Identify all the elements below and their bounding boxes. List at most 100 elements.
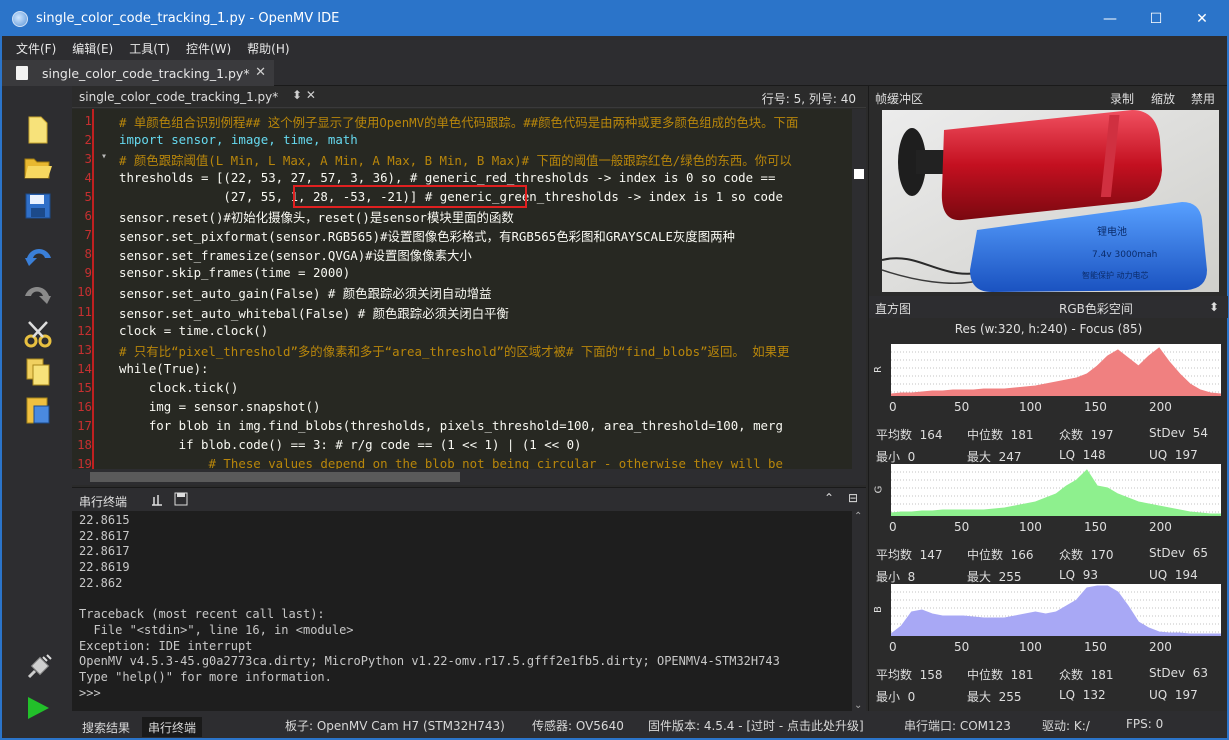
minimize-button[interactable]: — bbox=[1087, 2, 1133, 36]
axis-tick-label: 200 bbox=[1149, 640, 1172, 654]
editor-horizontal-scrollbar[interactable] bbox=[72, 469, 866, 485]
close-tab-icon[interactable]: ✕ bbox=[255, 65, 266, 80]
tab-serial-terminal[interactable]: 串行终端 bbox=[142, 717, 203, 737]
window-title: single_color_code_tracking_1.py - OpenMV… bbox=[36, 11, 340, 26]
histogram-stat: StDev 65 bbox=[1149, 546, 1208, 560]
editor-vertical-scrollbar[interactable] bbox=[852, 109, 866, 469]
open-folder-icon bbox=[24, 158, 52, 179]
maximize-button[interactable]: ☐ bbox=[1133, 2, 1179, 36]
editor-filename[interactable]: single_color_code_tracking_1.py* bbox=[79, 90, 278, 104]
zoom-button[interactable]: 缩放 bbox=[1151, 90, 1175, 107]
undo-icon bbox=[25, 249, 51, 266]
histogram-stat: 平均数 147 bbox=[876, 548, 943, 562]
fps-info: FPS: 0 bbox=[1126, 717, 1164, 731]
histogram-stat: LQ 132 bbox=[1059, 688, 1106, 702]
plug-icon bbox=[27, 654, 52, 679]
file-tab[interactable]: single_color_code_tracking_1.py* ✕ bbox=[2, 60, 274, 86]
colorspace-dropdown-icon[interactable]: ⬍ bbox=[1209, 300, 1219, 314]
histogram-stat: StDev 54 bbox=[1149, 426, 1208, 440]
open-file-button[interactable] bbox=[22, 152, 54, 184]
copy-button[interactable] bbox=[22, 356, 54, 388]
fold-icon[interactable]: ▾ bbox=[101, 151, 107, 162]
code-line[interactable]: # These values depend on the blob not be… bbox=[119, 456, 783, 469]
menu-widgets[interactable]: 控件(W) bbox=[186, 40, 231, 57]
code-line[interactable]: # 只有比“pixel_threshold”多的像素和多于“area_thres… bbox=[119, 342, 789, 360]
code-line[interactable]: sensor.set_auto_whitebal(False) # 颜色跟踪必须… bbox=[119, 304, 509, 322]
code-line[interactable]: img = sensor.snapshot() bbox=[119, 399, 321, 414]
menu-file[interactable]: 文件(F) bbox=[16, 40, 56, 57]
redo-button[interactable] bbox=[22, 278, 54, 310]
code-line[interactable]: sensor.set_auto_gain(False) # 颜色跟踪必须关闭自动… bbox=[119, 284, 491, 302]
line-number: 19 bbox=[77, 455, 92, 469]
histogram-title: 直方图 bbox=[875, 302, 912, 316]
code-line[interactable]: clock.tick() bbox=[119, 380, 239, 395]
editor-tab-controls[interactable]: ⬍ ✕ bbox=[292, 88, 316, 102]
axis-tick-label: 150 bbox=[1084, 640, 1107, 654]
framebuffer-title: 帧缓冲区 bbox=[875, 92, 924, 106]
histogram-stat: LQ 148 bbox=[1059, 448, 1106, 462]
serial-scrollbar[interactable]: ⌃ ⌄ bbox=[852, 511, 866, 711]
battery-brand: 智能保护 动力电芯 bbox=[1082, 270, 1149, 280]
code-line[interactable]: sensor.reset()#初始化摄像头，reset()是sensor模块里面… bbox=[119, 208, 514, 226]
new-file-button[interactable] bbox=[22, 114, 54, 146]
channel-label: R bbox=[872, 366, 884, 373]
scroll-up-icon[interactable]: ⌃ bbox=[854, 511, 862, 522]
code-line[interactable]: sensor.skip_frames(time = 2000) bbox=[119, 265, 350, 280]
frame-buffer-image: 锂电池 7.4v 3000mah 智能保护 动力电芯 bbox=[882, 110, 1219, 292]
right-panel: 帧缓冲区 录制 缩放 禁用 锂电池 7.4v 3000mah 智能保护 动力电芯… bbox=[868, 86, 1228, 711]
scroll-down-icon[interactable]: ⌄ bbox=[854, 700, 862, 711]
save-button[interactable] bbox=[22, 190, 54, 222]
collapse-icon[interactable]: ⌃ bbox=[824, 491, 834, 505]
code-line[interactable]: sensor.set_framesize(sensor.QVGA)#设置图像像素… bbox=[119, 246, 472, 264]
code-line[interactable]: # 单颜色组合识别例程## 这个例子显示了使用OpenMV的单色代码跟踪。##颜… bbox=[119, 113, 798, 131]
menu-bar: 文件(F) 编辑(E) 工具(T) 控件(W) 帮助(H) bbox=[2, 36, 1227, 60]
code-line[interactable]: for blob in img.find_blobs(thresholds, p… bbox=[119, 418, 783, 433]
line-number: 2 bbox=[84, 132, 92, 148]
serial-terminal-output[interactable]: 22.8615 22.8617 22.8617 22.8619 22.862 T… bbox=[72, 511, 852, 711]
code-line[interactable]: if blob.code() == 3: # r/g code == (1 <<… bbox=[119, 437, 582, 452]
code-line[interactable]: clock = time.clock() bbox=[119, 323, 268, 338]
code-line[interactable]: sensor.set_pixformat(sensor.RGB565)#设置图像… bbox=[119, 227, 735, 245]
run-button[interactable] bbox=[22, 692, 54, 724]
editor-header: single_color_code_tracking_1.py* ⬍ ✕ 行号:… bbox=[72, 86, 866, 108]
histogram-stat: StDev 63 bbox=[1149, 666, 1208, 680]
axis-tick-label: 0 bbox=[889, 400, 897, 414]
close-button[interactable]: ✕ bbox=[1179, 2, 1225, 36]
histogram-stat: 最小 0 bbox=[876, 450, 916, 464]
undock-icon[interactable]: ⊟ bbox=[848, 491, 858, 505]
scrollbar-thumb[interactable] bbox=[90, 472, 460, 482]
firmware-info[interactable]: 固件版本: 4.5.4 - [过时 - 点击此处升级] bbox=[648, 717, 864, 734]
axis-tick-label: 150 bbox=[1084, 520, 1107, 534]
menu-edit[interactable]: 编辑(E) bbox=[72, 40, 113, 57]
serial-terminal-header: 串行终端 ⌃ ⊟ bbox=[72, 487, 866, 511]
code-editor[interactable]: 1 2 3 4 5 6 7 8 9 10 11 12 13 14 15 16 17 18 19 # 单颜色组合识别例… bbox=[72, 109, 866, 469]
menu-help[interactable]: 帮助(H) bbox=[247, 40, 289, 57]
undo-button[interactable] bbox=[22, 240, 54, 272]
save-icon bbox=[25, 193, 51, 219]
histogram-stat: 最大 247 bbox=[967, 450, 1022, 464]
disable-button[interactable]: 禁用 bbox=[1191, 90, 1215, 107]
code-line[interactable]: thresholds = [(22, 53, 27, 57, 3, 36), #… bbox=[119, 170, 775, 185]
histogram-stat: 最大 255 bbox=[967, 690, 1022, 704]
code-line[interactable]: while(True): bbox=[119, 361, 209, 376]
paste-button[interactable] bbox=[22, 394, 54, 426]
colorspace-select[interactable]: RGB色彩空间 bbox=[1059, 300, 1133, 317]
record-button[interactable]: 录制 bbox=[1110, 90, 1134, 107]
histogram-stat: 众数 181 bbox=[1059, 668, 1114, 682]
clear-terminal-icon[interactable] bbox=[150, 493, 164, 507]
code-line[interactable]: # 颜色跟踪阈值(L Min, L Max, A Min, A Max, B M… bbox=[119, 151, 792, 169]
framebuffer-header: 帧缓冲区 录制 缩放 禁用 bbox=[869, 86, 1228, 108]
cursor-position: 行号: 5, 列号: 40 bbox=[761, 92, 856, 106]
axis-tick-label: 50 bbox=[954, 400, 970, 414]
battery-label: 锂电池 bbox=[1097, 225, 1127, 238]
title-bar: single_color_code_tracking_1.py - OpenMV… bbox=[2, 2, 1227, 36]
code-line[interactable]: import sensor, image, time, math bbox=[119, 132, 358, 147]
cut-button[interactable] bbox=[22, 318, 54, 350]
save-terminal-icon[interactable] bbox=[174, 492, 188, 506]
tab-search-results[interactable]: 搜索结果 bbox=[76, 717, 136, 737]
connect-button[interactable] bbox=[22, 652, 54, 684]
menu-tools[interactable]: 工具(T) bbox=[129, 40, 170, 57]
scrollbar-thumb[interactable] bbox=[854, 169, 864, 179]
line-number: 8 bbox=[84, 246, 92, 262]
histogram-stat: 中位数 166 bbox=[967, 548, 1034, 562]
